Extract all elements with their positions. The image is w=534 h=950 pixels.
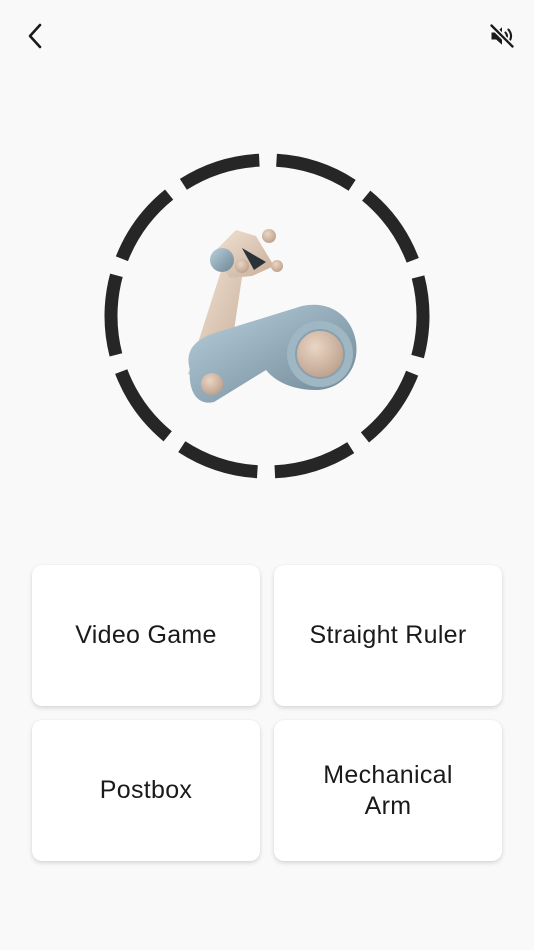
option-label: Straight Ruler [309, 621, 467, 649]
option-postbox[interactable]: Postbox [32, 720, 260, 861]
mechanical-arm-icon [188, 229, 357, 403]
option-label: Postbox [99, 776, 193, 804]
mute-toggle-button[interactable] [480, 14, 524, 58]
answer-options-grid: Video Game Straight Ruler Postbox Mechan… [32, 565, 502, 861]
option-label: Video Game [75, 621, 217, 649]
option-mechanical-arm[interactable]: Mechanical Arm [274, 720, 502, 861]
back-button[interactable] [14, 14, 58, 58]
option-straight-ruler[interactable]: Straight Ruler [274, 565, 502, 706]
option-video-game[interactable]: Video Game [32, 565, 260, 706]
option-label: Mechanical Arm [323, 760, 453, 820]
speaker-muted-icon [488, 22, 516, 50]
chevron-left-icon [28, 23, 42, 49]
